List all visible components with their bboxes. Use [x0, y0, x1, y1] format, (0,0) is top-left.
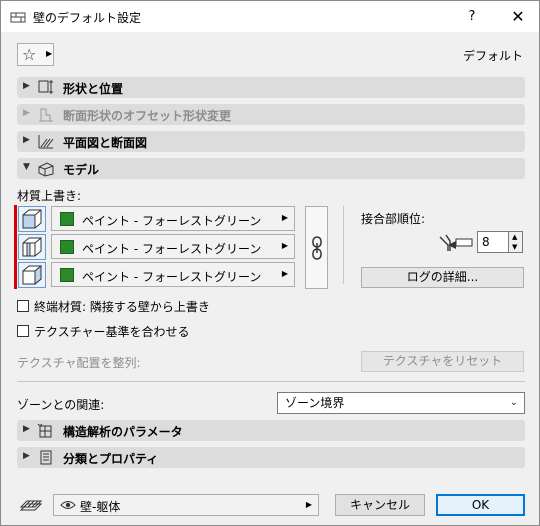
section-classification[interactable]: ▶ 分類とプロパティ — [17, 447, 525, 468]
expand-arrow-icon: ▶ — [23, 135, 30, 145]
classification-icon — [40, 450, 52, 465]
chain-link-icon — [312, 236, 322, 260]
expand-arrow-icon: ▶ — [23, 108, 30, 118]
join-order-stepper[interactable]: ▲ ▼ — [508, 231, 523, 253]
stepper-down-icon[interactable]: ▼ — [512, 243, 517, 251]
join-order-icon — [439, 234, 473, 251]
section-model[interactable]: ▼ モデル — [17, 158, 525, 179]
collapse-arrow-icon: ▼ — [23, 162, 30, 172]
stepper-up-icon[interactable]: ▲ — [512, 233, 517, 241]
ok-button[interactable]: OK — [436, 494, 525, 516]
expand-arrow-icon: ▶ — [23, 424, 30, 434]
help-button[interactable]: ? — [454, 1, 490, 32]
layer-icon — [19, 500, 43, 511]
section-label: 断面形状のオフセット形状変更 — [63, 109, 232, 123]
star-icon: ☆ — [22, 45, 37, 64]
log-details-button[interactable]: ログの詳細... — [361, 267, 524, 288]
surface-front-button[interactable] — [18, 206, 46, 232]
section-label: 構造解析のパラメータ — [63, 425, 183, 439]
layer-popup[interactable]: 壁-躯体 ▶ — [53, 494, 319, 516]
section-label: 分類とプロパティ — [63, 452, 159, 466]
plan-section-icon — [38, 135, 54, 149]
material-swatch — [60, 268, 74, 282]
override-marker — [14, 205, 17, 289]
surface-back-button[interactable] — [18, 262, 46, 288]
material-popup-back[interactable]: ペイント - フォーレストグリーン ▶ — [51, 262, 295, 287]
section-structural-analysis[interactable]: ▶ 構造解析のパラメータ — [17, 420, 525, 441]
title-bar: 壁のデフォルト設定 ? ✕ — [1, 1, 539, 32]
join-order-input[interactable]: 8 — [477, 231, 509, 253]
material-popup-edge[interactable]: ペイント - フォーレストグリーン ▶ — [51, 234, 295, 259]
link-materials-button[interactable] — [305, 206, 328, 289]
join-order-label: 接合部順位: — [361, 212, 426, 226]
model-icon — [38, 162, 54, 177]
chevron-down-icon: ⌄ — [509, 397, 518, 408]
layer-label: 壁-躯体 — [80, 500, 121, 514]
chevron-right-icon: ▶ — [281, 269, 288, 278]
texture-align-label: テクスチャー基準を合わせる — [34, 325, 190, 339]
texture-align-checkbox[interactable] — [17, 325, 29, 337]
end-material-checkbox[interactable] — [17, 300, 29, 312]
cube-edge-icon — [22, 237, 42, 257]
eye-icon — [60, 501, 76, 509]
wall-default-settings-dialog: 壁のデフォルト設定 ? ✕ ☆ ▶ デフォルト ▶ 形状と位置 ▶ 断面形状のオ… — [0, 0, 540, 526]
vertical-divider — [343, 206, 344, 284]
shape-position-icon — [38, 80, 53, 94]
material-swatch — [60, 212, 74, 226]
material-override-label: 材質上書き: — [17, 189, 82, 203]
chevron-right-icon: ▶ — [281, 241, 288, 250]
texture-position-label: テクスチャ配置を整列: — [17, 356, 141, 370]
zone-selected-value: ゾーン境界 — [285, 396, 345, 410]
cancel-button[interactable]: キャンセル — [335, 494, 425, 516]
surface-edge-button[interactable] — [18, 234, 46, 260]
horizontal-divider — [17, 381, 525, 382]
close-button[interactable]: ✕ — [498, 1, 538, 32]
section-plan-section[interactable]: ▶ 平面図と断面図 — [17, 131, 525, 152]
chevron-right-icon: ▶ — [305, 500, 312, 509]
material-popup-front[interactable]: ペイント - フォーレストグリーン ▶ — [51, 206, 295, 231]
zone-relation-label: ゾーンとの関連: — [17, 398, 105, 412]
cube-front-icon — [22, 209, 42, 229]
section-offset-icon — [39, 108, 53, 122]
material-label: ペイント - フォーレストグリーン — [82, 242, 262, 256]
favorites-button[interactable]: ☆ ▶ — [17, 43, 54, 66]
default-label: デフォルト — [462, 49, 523, 63]
material-label: ペイント - フォーレストグリーン — [82, 270, 262, 284]
section-label: 平面図と断面図 — [63, 136, 148, 150]
section-label: 形状と位置 — [63, 82, 124, 96]
reset-texture-button: テクスチャをリセット — [361, 351, 524, 372]
chevron-right-icon: ▶ — [281, 213, 288, 222]
chevron-right-icon: ▶ — [46, 49, 53, 58]
structural-analysis-icon — [37, 423, 52, 438]
material-swatch — [60, 240, 74, 254]
expand-arrow-icon: ▶ — [23, 451, 30, 461]
cube-back-icon — [22, 264, 42, 286]
zone-relation-select[interactable]: ゾーン境界 ⌄ — [277, 392, 525, 414]
dialog-title: 壁のデフォルト設定 — [33, 11, 142, 25]
end-material-label: 終端材質: 隣接する壁から上書き — [34, 300, 210, 314]
section-label: モデル — [63, 163, 100, 177]
expand-arrow-icon: ▶ — [23, 81, 30, 91]
material-label: ペイント - フォーレストグリーン — [82, 214, 262, 228]
section-shape-position[interactable]: ▶ 形状と位置 — [17, 77, 525, 98]
wall-tool-icon — [10, 12, 26, 23]
section-offset-modification: ▶ 断面形状のオフセット形状変更 — [17, 104, 525, 125]
